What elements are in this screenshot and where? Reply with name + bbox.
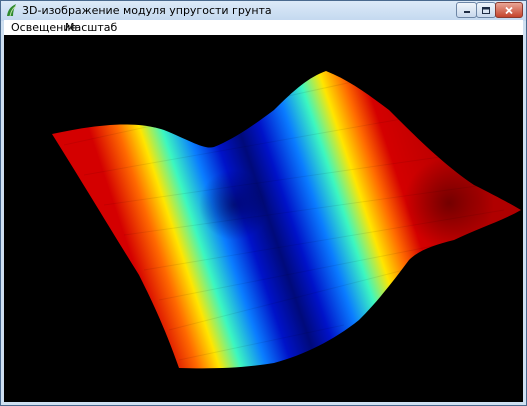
app-window: 3D-изображение модуля упругости грунта О… (0, 0, 527, 406)
menu-bar: Освещение Масштаб (4, 20, 523, 35)
maximize-button[interactable] (476, 2, 496, 18)
menu-scale[interactable]: Масштаб (65, 21, 117, 34)
window-title: 3D-изображение модуля упругости грунта (22, 4, 272, 17)
title-bar[interactable]: 3D-изображение модуля упругости грунта (1, 1, 526, 21)
close-button[interactable] (495, 2, 523, 18)
minimize-icon (463, 11, 470, 13)
close-icon (505, 6, 513, 14)
3d-surface-viewport[interactable] (4, 35, 523, 402)
app-icon (7, 4, 17, 17)
3d-surface-plot[interactable] (4, 35, 523, 402)
maximize-icon (482, 6, 490, 14)
minimize-button[interactable] (456, 2, 477, 18)
